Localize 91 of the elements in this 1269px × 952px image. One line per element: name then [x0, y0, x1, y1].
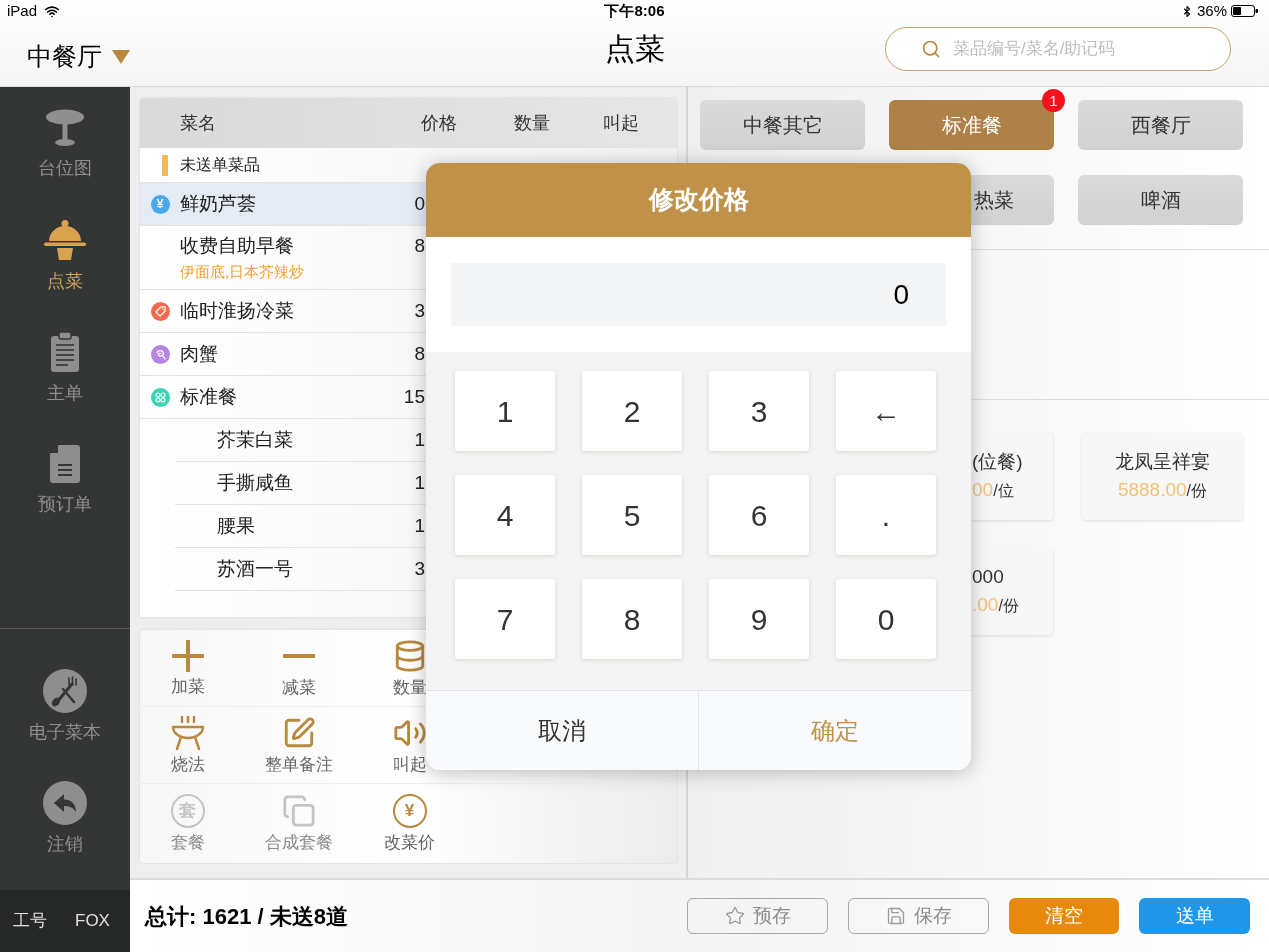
dish-price: 3	[413, 557, 425, 581]
dish-price: 8	[413, 234, 425, 258]
toolbar-button[interactable]: 整单备注	[264, 716, 333, 774]
search-field[interactable]: 菜品编号/菜名/助记码	[885, 26, 1231, 71]
device-name: iPad	[7, 1, 38, 21]
dish-card-name: 000	[972, 566, 1004, 588]
keypad-key[interactable]: 5	[582, 475, 682, 555]
column-header: 数量	[514, 111, 551, 135]
yen-icon: ¥	[150, 194, 170, 214]
dish-name: 手撕咸鱼	[217, 471, 294, 495]
keypad-key[interactable]: 6	[709, 475, 809, 555]
dish-price: 1	[413, 471, 425, 495]
dish-name: 肉蟹	[180, 342, 219, 366]
sidebar-item[interactable]: 主单	[0, 311, 130, 423]
keypad-key[interactable]: 3	[709, 371, 809, 451]
page-title: 点菜	[604, 31, 665, 68]
cloche-icon	[43, 220, 87, 260]
dish-price: 0	[413, 192, 425, 216]
dish-name: 标准餐	[180, 385, 238, 409]
circled-glyph-icon: ¥	[392, 793, 427, 828]
clock: 下午8:06	[604, 1, 665, 21]
keypad-key[interactable]: 0	[836, 579, 936, 659]
dish-card[interactable]: 000 .00/份	[968, 548, 1053, 635]
dish-name: 腰果	[217, 514, 256, 538]
cancel-button[interactable]: 取消	[426, 691, 698, 770]
dish-note: 伊面底,日本芥辣炒	[180, 262, 306, 282]
order-summary: 总计: 1621 / 未送8道	[145, 902, 348, 931]
battery-icon	[1231, 5, 1258, 18]
wifi-icon	[43, 3, 62, 19]
count-badge: 1	[1042, 89, 1065, 112]
dish-price: 1	[413, 514, 425, 538]
venue-dropdown[interactable]: 中餐厅	[0, 22, 130, 76]
dialog-title: 修改价格	[426, 163, 971, 237]
keypad-key[interactable]: 7	[455, 579, 555, 659]
sidebar-item[interactable]: 点菜	[0, 199, 130, 311]
sidebar-item[interactable]: 预订单	[0, 423, 130, 535]
dish-card[interactable]: (位餐) 00/位	[968, 433, 1053, 520]
grill-icon	[169, 716, 206, 750]
category-tab[interactable]: 西餐厅	[1078, 100, 1243, 150]
keypad-key[interactable]: 8	[582, 579, 682, 659]
operator-label: 工号	[13, 910, 47, 933]
document-icon	[50, 445, 80, 483]
toolbar-button[interactable]: 数量	[392, 639, 427, 697]
keypad-key[interactable]: 4	[455, 475, 555, 555]
battery-percent: 36%	[1196, 1, 1227, 21]
column-header: 叫起	[603, 111, 640, 135]
dish-price: 3	[413, 299, 425, 323]
dish-card[interactable]: 龙凤呈祥宴 5888.00/份	[1082, 433, 1243, 520]
category-tab[interactable]: 中餐其它	[700, 100, 865, 150]
dish-card-name: (位餐)	[972, 451, 1023, 473]
clipboard-icon	[50, 332, 80, 372]
keypad-key[interactable]: 2	[582, 371, 682, 451]
keypad-key[interactable]: 1	[455, 371, 555, 451]
search-icon	[921, 38, 941, 59]
dish-card-price: 5888.00/份	[1117, 479, 1208, 502]
plus-icon	[171, 640, 204, 672]
toolbar-button[interactable]: ¥ 改菜价	[384, 793, 435, 852]
dish-card-name: 龙凤呈祥宴	[1115, 451, 1210, 473]
dish-card-price: .00/份	[972, 594, 1019, 617]
dish-name: 收费自助早餐	[180, 234, 295, 258]
keypad-key[interactable]: ←	[836, 371, 936, 451]
fork-spoon-icon	[43, 669, 87, 713]
section-title: 未送单菜品	[180, 155, 260, 175]
operator-id: FOX	[75, 910, 110, 933]
dish-price: 8	[413, 342, 425, 366]
dish-name: 临时淮扬冷菜	[180, 299, 295, 323]
overlapping-squares-icon	[281, 793, 316, 828]
star-icon	[724, 906, 745, 926]
dish-card-price: 00/位	[972, 479, 1014, 502]
sidebar-item[interactable]: 电子菜本	[0, 649, 130, 761]
sidebar-item[interactable]: 台位图	[0, 87, 130, 199]
round-table-icon	[45, 109, 85, 147]
dish-name: 鲜奶芦荟	[180, 192, 257, 216]
column-header: 菜名	[180, 111, 217, 135]
dish-price: 15	[402, 385, 425, 409]
price-input[interactable]: 0	[451, 263, 946, 326]
minus-icon	[282, 654, 315, 658]
column-header: 价格	[421, 111, 458, 135]
caret-icon	[112, 49, 130, 64]
toolbar-button[interactable]: 加菜	[170, 640, 205, 696]
toolbar-button[interactable]: 烧法	[169, 716, 206, 774]
toolbar-button[interactable]: 减菜	[281, 639, 316, 697]
keypad-key[interactable]: .	[836, 475, 936, 555]
section-marker-icon	[162, 154, 168, 176]
toolbar-button[interactable]: 叫起	[392, 716, 427, 774]
dish-price: 1	[413, 428, 425, 452]
dish-name: 苏酒一号	[217, 557, 294, 581]
dish-name: 芥茉白菜	[217, 428, 294, 452]
category-tab[interactable]: 啤酒	[1078, 175, 1243, 225]
sidebar-item[interactable]: 注销	[0, 761, 130, 873]
keypad-key[interactable]: 9	[709, 579, 809, 659]
